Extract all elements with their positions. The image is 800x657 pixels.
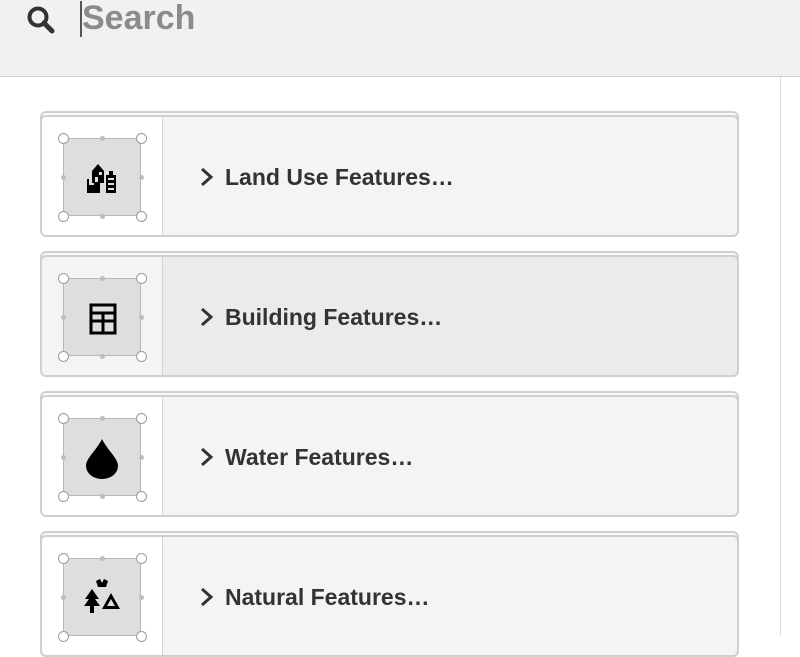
selection-dot <box>100 354 105 359</box>
preset-icon-cell <box>42 117 163 235</box>
selection-dot <box>61 175 66 180</box>
selection-handle <box>58 211 69 222</box>
preset-natural[interactable]: Natural Features… <box>40 531 739 657</box>
selection-dot <box>100 214 105 219</box>
building-icon <box>89 303 117 335</box>
preset-label: Water Features… <box>225 444 414 470</box>
preset-water[interactable]: Water Features… <box>40 391 739 517</box>
search-bar <box>0 0 800 77</box>
selection-dot <box>139 315 144 320</box>
selection-dot <box>100 416 105 421</box>
selection-handle <box>58 491 69 502</box>
preset-card[interactable]: Natural Features… <box>40 535 739 657</box>
icon-frame <box>63 418 141 496</box>
selection-handle <box>136 133 147 144</box>
selection-dot <box>100 276 105 281</box>
preset-label: Natural Features… <box>225 584 430 610</box>
selection-dot <box>61 455 66 460</box>
selection-handle <box>58 273 69 284</box>
preset-card[interactable]: Building Features… <box>40 255 739 377</box>
selection-dot <box>139 455 144 460</box>
chevron-right-icon <box>201 447 214 467</box>
selection-handle <box>136 351 147 362</box>
chevron-right-icon <box>201 167 214 187</box>
selection-dot <box>139 595 144 600</box>
selection-handle <box>136 211 147 222</box>
preset-land-use[interactable]: Land Use Features… <box>40 111 739 237</box>
icon-frame <box>63 138 141 216</box>
chevron-right-icon <box>201 587 214 607</box>
preset-card[interactable]: Water Features… <box>40 395 739 517</box>
selection-handle <box>136 631 147 642</box>
scroll-divider <box>780 77 781 636</box>
preset-label: Land Use Features… <box>225 164 454 190</box>
icon-frame <box>63 558 141 636</box>
selection-handle <box>58 351 69 362</box>
selection-handle <box>58 631 69 642</box>
selection-handle <box>136 413 147 424</box>
water-drop-icon <box>86 439 118 479</box>
selection-dot <box>61 315 66 320</box>
preset-building[interactable]: Building Features… <box>40 251 739 377</box>
selection-dot <box>61 595 66 600</box>
search-input[interactable] <box>82 0 762 38</box>
preset-label: Building Features… <box>225 304 443 330</box>
natural-features-icon <box>84 579 120 613</box>
chevron-right-icon <box>201 307 214 327</box>
preset-card[interactable]: Land Use Features… <box>40 115 739 237</box>
icon-frame <box>63 278 141 356</box>
preset-icon-cell <box>42 397 163 515</box>
selection-dot <box>100 556 105 561</box>
land-use-icon <box>87 164 116 193</box>
selection-handle <box>136 491 147 502</box>
preset-icon-cell <box>42 537 163 655</box>
selection-handle <box>136 273 147 284</box>
preset-icon-cell <box>42 257 163 375</box>
selection-dot <box>100 136 105 141</box>
search-icon <box>27 6 55 34</box>
selection-handle <box>58 133 69 144</box>
preset-list: Land Use Features… Building Features… Wa… <box>0 77 780 657</box>
selection-dot <box>139 175 144 180</box>
selection-handle <box>136 553 147 564</box>
selection-dot <box>100 494 105 499</box>
selection-handle <box>58 553 69 564</box>
selection-handle <box>58 413 69 424</box>
